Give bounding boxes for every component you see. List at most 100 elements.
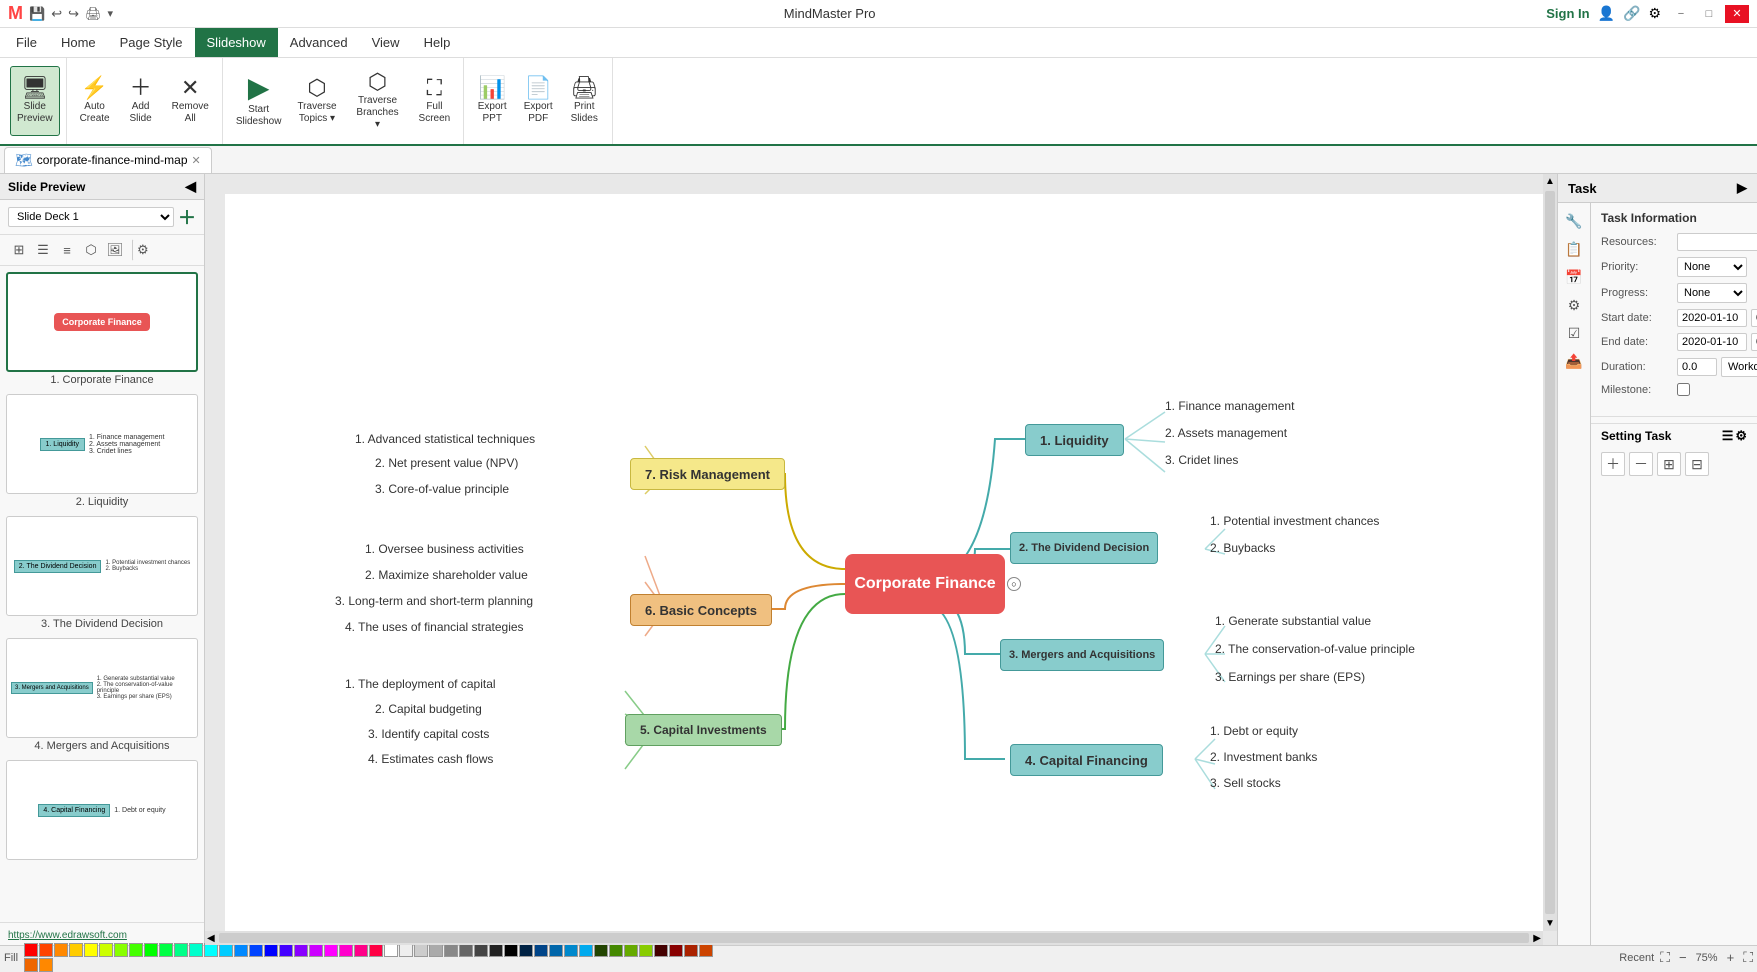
menu-view[interactable]: View	[360, 28, 412, 57]
expand-indicator[interactable]: ○	[1007, 577, 1021, 591]
color-swatch-46[interactable]	[24, 958, 38, 972]
node-dividend[interactable]: 2. The Dividend Decision	[1010, 532, 1158, 564]
color-swatch-9[interactable]	[159, 943, 173, 957]
slide-item-3[interactable]: 2. The Dividend Decision 1. Potential in…	[6, 516, 198, 630]
close-btn[interactable]: ✕	[1725, 5, 1749, 23]
minimize-btn[interactable]: −	[1669, 5, 1693, 23]
color-swatch-2[interactable]	[54, 943, 68, 957]
color-swatch-12[interactable]	[204, 943, 218, 957]
node-basic-concepts[interactable]: 6. Basic Concepts	[630, 594, 772, 626]
menu-advanced[interactable]: Advanced	[278, 28, 360, 57]
ribbon-btn-full-screen[interactable]: ⛶ Full Screen	[412, 66, 458, 136]
task-list-icon[interactable]: 📋	[1562, 237, 1586, 261]
color-swatch-27[interactable]	[429, 943, 443, 957]
color-swatch-28[interactable]	[444, 943, 458, 957]
share-icon[interactable]: 🔗	[1623, 5, 1640, 22]
node-capital-financing[interactable]: 4. Capital Financing	[1010, 744, 1163, 776]
color-swatch-30[interactable]	[474, 943, 488, 957]
task-end-date[interactable]	[1677, 333, 1747, 351]
add-deck-btn[interactable]: ＋	[178, 204, 196, 230]
view-btn-outline[interactable]: ≡	[56, 239, 78, 261]
color-swatch-10[interactable]	[174, 943, 188, 957]
color-swatch-11[interactable]	[189, 943, 203, 957]
slide-item-2[interactable]: 1. Liquidity 1. Finance management 2. As…	[6, 394, 198, 508]
node-central[interactable]: Corporate Finance	[845, 554, 1005, 614]
color-swatch-35[interactable]	[549, 943, 563, 957]
task-check-icon[interactable]: ☑	[1562, 321, 1586, 345]
setting-layout-btn[interactable]: ⊟	[1685, 452, 1709, 476]
quick-access-print[interactable]: 🖨	[85, 6, 102, 22]
task-end-time[interactable]	[1751, 333, 1757, 351]
color-swatch-14[interactable]	[234, 943, 248, 957]
maximize-btn[interactable]: □	[1697, 5, 1721, 23]
node-risk-management[interactable]: 7. Risk Management	[630, 458, 785, 490]
task-start-time[interactable]	[1751, 309, 1757, 327]
quick-access-save[interactable]: 💾	[29, 6, 45, 22]
zoom-out-btn[interactable]: −	[1676, 950, 1690, 965]
slide-item-4[interactable]: 3. Mergers and Acquisitions 1. Generate …	[6, 638, 198, 752]
color-swatch-17[interactable]	[279, 943, 293, 957]
slide-panel-collapse[interactable]: ◀	[185, 178, 196, 195]
color-swatch-15[interactable]	[249, 943, 263, 957]
task-info-icon[interactable]: 🔧	[1562, 209, 1586, 233]
color-swatch-40[interactable]	[624, 943, 638, 957]
color-swatch-24[interactable]	[384, 943, 398, 957]
zoom-in-btn[interactable]: +	[1724, 950, 1738, 965]
setting-config-icon[interactable]: ⚙	[1735, 428, 1747, 444]
color-swatch-7[interactable]	[129, 943, 143, 957]
node-mergers[interactable]: 3. Mergers and Acquisitions	[1000, 639, 1164, 671]
scroll-left-btn[interactable]: ◀	[205, 931, 217, 946]
ribbon-btn-print-slides[interactable]: 🖨 Print Slides	[562, 66, 606, 136]
color-swatch-26[interactable]	[414, 943, 428, 957]
node-liquidity[interactable]: 1. Liquidity	[1025, 424, 1124, 456]
color-swatch-8[interactable]	[144, 943, 158, 957]
slide-item-5[interactable]: 4. Capital Financing 1. Debt or equity	[6, 760, 198, 860]
color-swatch-43[interactable]	[669, 943, 683, 957]
color-swatch-6[interactable]	[114, 943, 128, 957]
color-swatch-5[interactable]	[99, 943, 113, 957]
color-swatch-18[interactable]	[294, 943, 308, 957]
task-duration-unit[interactable]: Workda Hours Days	[1721, 357, 1757, 377]
color-swatch-32[interactable]	[504, 943, 518, 957]
menu-home[interactable]: Home	[49, 28, 108, 57]
task-resources-input[interactable]	[1677, 233, 1757, 251]
task-duration-value[interactable]	[1677, 358, 1717, 376]
color-swatch-36[interactable]	[564, 943, 578, 957]
ribbon-btn-slide-preview[interactable]: 🖥 Slide Preview	[10, 66, 60, 136]
color-swatch-31[interactable]	[489, 943, 503, 957]
view-btn-thumb[interactable]: 🖼	[104, 239, 126, 261]
color-swatch-39[interactable]	[609, 943, 623, 957]
task-milestone-checkbox[interactable]	[1677, 383, 1690, 396]
user-icon[interactable]: 👤	[1598, 5, 1615, 22]
task-calendar-icon[interactable]: 📅	[1562, 265, 1586, 289]
task-panel-collapse[interactable]: ▶	[1737, 180, 1747, 196]
color-swatch-38[interactable]	[594, 943, 608, 957]
color-swatch-21[interactable]	[339, 943, 353, 957]
color-swatch-25[interactable]	[399, 943, 413, 957]
quick-access-undo[interactable]: ↩	[51, 6, 62, 22]
ribbon-btn-start-slideshow[interactable]: ▶ Start Slideshow	[229, 66, 289, 136]
slide-deck-select[interactable]: Slide Deck 1	[8, 207, 174, 227]
scroll-up-btn[interactable]: ▲	[1543, 174, 1557, 189]
color-swatch-22[interactable]	[354, 943, 368, 957]
color-swatch-20[interactable]	[324, 943, 338, 957]
settings-icon[interactable]: ⚙	[1648, 5, 1661, 22]
color-swatch-44[interactable]	[684, 943, 698, 957]
tab-main[interactable]: 🗺 corporate-finance-mind-map ✕	[4, 147, 212, 173]
menu-page-style[interactable]: Page Style	[108, 28, 195, 57]
slide-item-1[interactable]: Corporate Finance 1. Corporate Finance	[6, 272, 198, 386]
footer-link[interactable]: https://www.edrawsoft.com	[8, 930, 127, 941]
color-swatch-0[interactable]	[24, 943, 38, 957]
task-settings-icon[interactable]: ⚙	[1562, 293, 1586, 317]
ribbon-btn-auto-create[interactable]: ⚡ Auto Create	[73, 66, 117, 136]
tab-close-btn[interactable]: ✕	[192, 154, 201, 167]
sign-in-btn[interactable]: Sign In	[1546, 6, 1589, 21]
color-swatch-23[interactable]	[369, 943, 383, 957]
color-swatch-3[interactable]	[69, 943, 83, 957]
task-priority-select[interactable]: None Low Medium High	[1677, 257, 1747, 277]
menu-help[interactable]: Help	[412, 28, 463, 57]
color-swatch-45[interactable]	[699, 943, 713, 957]
view-btn-settings[interactable]: ⚙	[132, 239, 150, 261]
color-swatch-41[interactable]	[639, 943, 653, 957]
color-swatch-33[interactable]	[519, 943, 533, 957]
